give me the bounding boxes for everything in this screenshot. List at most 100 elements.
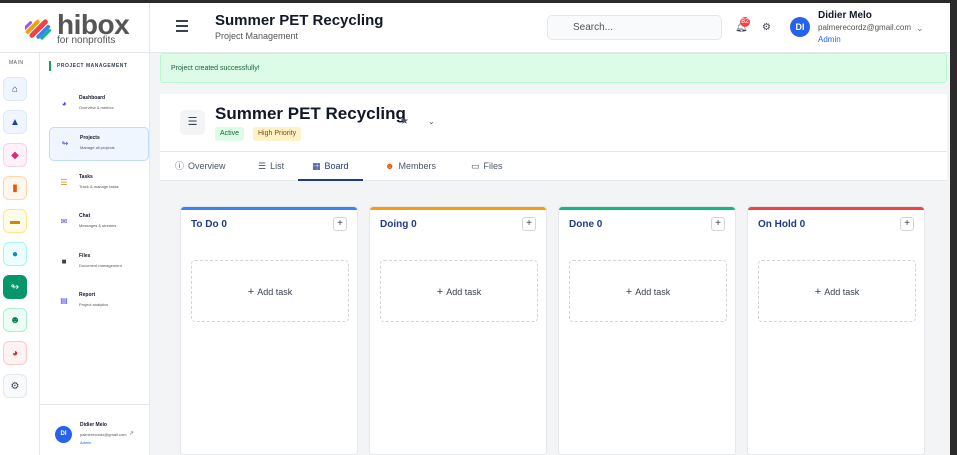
sidebar-item-desc: Overview & metrics [79, 105, 114, 110]
hibox-logo-icon [25, 19, 52, 40]
footer-user-email: palmerecordz@gmail.com [80, 432, 127, 437]
page-title: Summer PET Recycling [215, 12, 384, 29]
list-icon: ☰ [258, 161, 267, 171]
plus-icon: + [436, 286, 444, 298]
add-task-label: Add task [446, 287, 482, 297]
sidebar-item-desc: Manage all projects [80, 145, 115, 150]
sidebar-item-title: Chat [79, 213, 91, 219]
add-task-button[interactable]: + Add task [380, 260, 538, 322]
sidebar-item-desc: Project analytics [79, 302, 109, 307]
sidebar-item-chat[interactable]: ✉ Chat Messages & streams [49, 206, 149, 240]
rail-label: MAIN [9, 60, 24, 66]
rail-tag-icon[interactable]: ◆ [3, 143, 27, 167]
board-column-done: Done 0 + + Add task [558, 206, 736, 455]
menu-toggle-icon[interactable] [176, 20, 188, 32]
add-task-label: Add task [257, 287, 293, 297]
user-avatar[interactable]: DI [790, 17, 810, 37]
project-list-icon: ☰ [180, 110, 205, 135]
sidebar-item-files[interactable]: ■ Files Document management [49, 246, 149, 280]
status-badge: Active [215, 127, 245, 141]
column-title: On Hold 0 [758, 219, 806, 230]
project-tabs: ⓘ Overview ☰ List ▦ Board ☻ Members ▭ Files [160, 151, 947, 181]
rail-home-icon[interactable]: ⌂ [3, 77, 27, 101]
sidebar-nav: PROJECT MANAGEMENT ◕ Dashboard Overview … [40, 53, 150, 455]
board-column-todo: To Do 0 + + Add task [180, 206, 358, 455]
footer-user-role: Admin [80, 440, 92, 445]
user-name: Didier Melo [818, 10, 872, 21]
user-menu-chevron-down-icon[interactable]: ⌄ [916, 23, 924, 34]
sidebar-section-title: PROJECT MANAGEMENT [49, 61, 127, 71]
tab-label: Files [483, 161, 503, 171]
gauge-icon: ◕ [61, 99, 67, 108]
chat-icon: ✉ [60, 217, 68, 226]
tab-members[interactable]: ☻ Members [385, 152, 436, 181]
project-title: Summer PET Recycling [215, 104, 406, 123]
rail-project-icon[interactable]: ↬ [3, 275, 27, 299]
tab-label: Board [324, 161, 349, 171]
info-icon: ⓘ [175, 161, 185, 171]
tab-files[interactable]: ▭ Files [471, 152, 503, 181]
tab-label: List [270, 161, 285, 171]
main-content: Project created successfully! ☰ Summer P… [150, 53, 950, 455]
column-add-plus-icon[interactable]: + [522, 217, 536, 231]
board-column-doing: Doing 0 + + Add task [369, 206, 547, 455]
tab-label: Overview [188, 161, 226, 171]
search-input[interactable]: Search... [547, 15, 722, 40]
icon-rail: MAIN ⌂ ▲ ◆ ▮ ▬ ● ↬ ☻ ◕ ⚙︎ [0, 53, 40, 455]
tab-list[interactable]: ☰ List [258, 152, 284, 181]
tab-board[interactable]: ▦ Board [298, 152, 363, 181]
settings-gear-icon[interactable]: ⚙︎ [762, 22, 771, 33]
user-role: Admin [818, 35, 841, 44]
sidebar-item-title: Tasks [79, 174, 93, 180]
footer-avatar[interactable]: DI [55, 426, 72, 443]
success-alert: Project created successfully! [160, 53, 947, 83]
sidebar-item-title: Files [79, 253, 91, 259]
add-task-button[interactable]: + Add task [758, 260, 916, 322]
board-icon: ▦ [312, 161, 321, 171]
sidebar-item-report[interactable]: ▤ Report Project analytics [49, 285, 149, 319]
rail-circle-icon[interactable]: ● [3, 242, 27, 266]
project-diagram-icon: ↬ [61, 139, 69, 148]
sidebar-item-projects[interactable]: ↬ Projects Manage all projects [49, 127, 149, 161]
rail-book-icon[interactable]: ▮ [3, 176, 27, 200]
rail-pie-chart-icon[interactable]: ◕ [3, 341, 27, 365]
favorite-star-icon[interactable]: ★ [400, 116, 409, 127]
column-add-plus-icon[interactable]: + [711, 217, 725, 231]
column-color-bar [559, 207, 735, 210]
sidebar-item-tasks[interactable]: ☰ Tasks Track & manage tasks [49, 167, 149, 201]
chart-icon: ▤ [60, 296, 68, 305]
page-subtitle: Project Management [215, 31, 299, 41]
column-color-bar [370, 207, 546, 210]
rail-people-icon[interactable]: ☻ [3, 308, 27, 332]
users-icon: ☻ [385, 161, 395, 171]
add-task-button[interactable]: + Add task [191, 260, 349, 322]
hibox-logo[interactable]: hibox for nonprofits [25, 11, 130, 47]
board-column-on-hold: On Hold 0 + + Add task [747, 206, 925, 455]
notification-badge: 82 [740, 17, 750, 27]
folder-icon: ■ [61, 257, 67, 266]
sidebar-item-title: Report [79, 292, 96, 298]
add-task-button[interactable]: + Add task [569, 260, 727, 322]
sidebar-item-dashboard[interactable]: ◕ Dashboard Overview & metrics [49, 88, 149, 122]
header-divider [149, 3, 150, 53]
footer-user-name: Didier Melo [80, 422, 107, 428]
priority-badge: High Priority [253, 127, 302, 141]
user-email: palmerecordz@gmail.com [818, 23, 912, 32]
tasks-icon: ☰ [60, 178, 68, 187]
external-link-icon[interactable]: ↗ [129, 430, 134, 437]
rail-graduation-icon[interactable]: ▬ [3, 209, 27, 233]
tab-label: Members [398, 161, 436, 171]
tab-overview[interactable]: ⓘ Overview [175, 152, 226, 181]
sidebar-item-desc: Messages & streams [79, 223, 117, 228]
column-add-plus-icon[interactable]: + [900, 217, 914, 231]
plus-icon: + [247, 286, 255, 298]
project-menu-chevron-down-icon[interactable]: ⌄ [428, 117, 435, 126]
sidebar-user-footer: DI Didier Melo palmerecordz@gmail.com Ad… [40, 404, 150, 455]
column-color-bar [181, 207, 357, 210]
rail-sitemap-icon[interactable]: ▲ [3, 110, 27, 134]
top-header: hibox for nonprofits Summer PET Recyclin… [0, 3, 950, 53]
rail-gear-icon[interactable]: ⚙︎ [3, 374, 27, 398]
sidebar-item-title: Projects [80, 135, 100, 141]
sidebar-item-desc: Track & manage tasks [79, 184, 119, 189]
column-add-plus-icon[interactable]: + [333, 217, 347, 231]
